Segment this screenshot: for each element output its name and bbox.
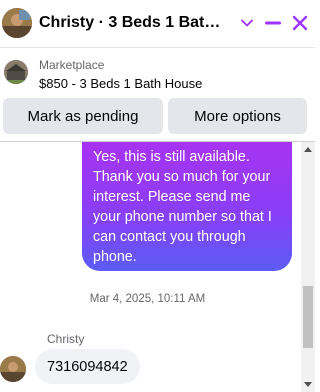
- listing-thumbnail: [4, 60, 28, 84]
- mark-as-pending-button[interactable]: Mark as pending: [3, 98, 163, 134]
- scrollbar-thumb[interactable]: [303, 286, 313, 348]
- contact-avatar[interactable]: [2, 8, 32, 38]
- scroll-down-arrow-icon[interactable]: [301, 378, 315, 392]
- sender-avatar[interactable]: [0, 356, 26, 382]
- minimize-icon[interactable]: [262, 12, 284, 34]
- scroll-up-arrow-icon[interactable]: [301, 142, 315, 156]
- message-timestamp: Mar 4, 2025, 10:11 AM: [89, 293, 206, 305]
- outgoing-message[interactable]: Yes, this is still available. Thank you …: [82, 142, 292, 271]
- sender-name: Christy: [47, 332, 85, 346]
- message-thread: Yes, this is still available. Thank you …: [0, 142, 301, 392]
- chat-title[interactable]: Christy · 3 Beds 1 Bath House: [39, 14, 229, 32]
- scrollbar[interactable]: [301, 142, 315, 392]
- marketplace-listing[interactable]: Marketplace $850 - 3 Beds 1 Bath House: [0, 48, 315, 98]
- chat-header: Christy · 3 Beds 1 Bath House: [0, 0, 315, 48]
- close-icon[interactable]: [289, 12, 311, 34]
- listing-category: Marketplace: [39, 58, 105, 72]
- more-options-button[interactable]: More options: [168, 98, 307, 134]
- listing-title: $850 - 3 Beds 1 Bath House: [39, 76, 203, 91]
- incoming-message[interactable]: 7316094842: [35, 349, 140, 384]
- chevron-down-icon[interactable]: [236, 12, 258, 34]
